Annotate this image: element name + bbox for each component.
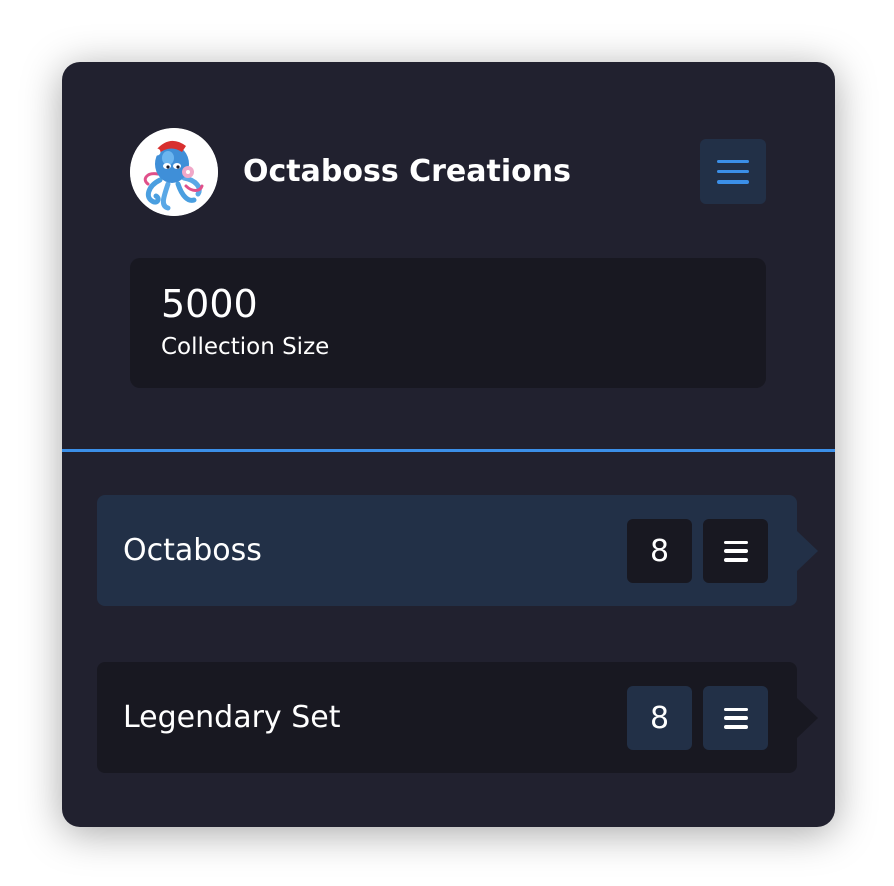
collection-size-stat: 5000 Collection Size <box>130 258 766 388</box>
collection-row-label: Legendary Set <box>123 700 341 735</box>
section-divider <box>62 449 835 452</box>
list-icon <box>723 540 748 562</box>
count-badge: 8 <box>627 686 692 750</box>
list-button[interactable] <box>703 686 768 750</box>
list-icon <box>723 707 748 729</box>
stat-label: Collection Size <box>161 334 330 360</box>
menu-button[interactable] <box>700 139 766 204</box>
collection-row-label: Octaboss <box>123 533 262 568</box>
collection-row-legendary-set[interactable]: Legendary Set 8 <box>97 662 818 773</box>
collection-row-octaboss[interactable]: Octaboss 8 <box>97 495 818 606</box>
octopus-avatar-icon <box>130 128 218 216</box>
stat-value: 5000 <box>161 282 258 326</box>
collection-card: Octaboss Creations 5000 Collection Size … <box>62 62 835 827</box>
list-button[interactable] <box>703 519 768 583</box>
count-badge: 8 <box>627 519 692 583</box>
page-title: Octaboss Creations <box>243 154 571 189</box>
hamburger-menu-icon <box>717 159 749 184</box>
